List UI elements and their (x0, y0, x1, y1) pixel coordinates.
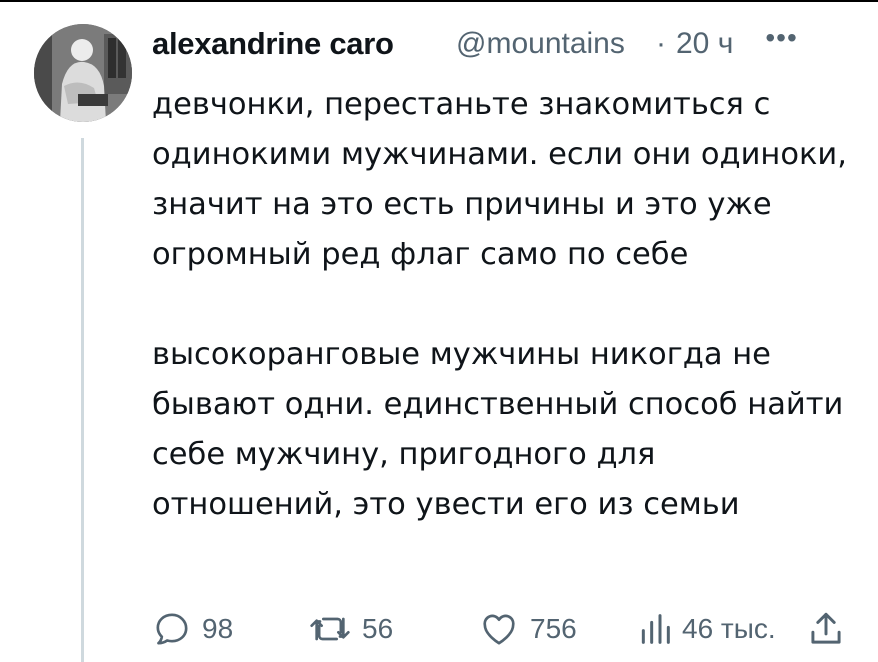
tweet-paragraph: высокоранговые мужчины никогда не бывают… (152, 337, 844, 522)
views-icon (638, 609, 672, 649)
thread-line (81, 138, 84, 662)
separator-dot: · (656, 27, 666, 60)
timestamp[interactable]: 20 ч (676, 27, 733, 61)
top-divider (0, 0, 878, 2)
repost-icon (308, 609, 352, 649)
like-count: 756 (530, 613, 577, 644)
action-bar: 98 56 756 46 тыс. (152, 606, 852, 652)
author-handle[interactable]: @mountains (456, 27, 656, 61)
share-button[interactable] (808, 606, 844, 652)
reply-icon (152, 609, 192, 649)
reply-button[interactable]: 98 (152, 606, 233, 652)
like-icon (478, 609, 520, 649)
like-button[interactable]: 756 (478, 606, 577, 652)
reply-count: 98 (202, 613, 234, 644)
share-icon (808, 609, 844, 649)
more-horizontal-icon[interactable]: ••• (765, 22, 797, 54)
views-button[interactable]: 46 тыс. (638, 606, 776, 652)
views-count: 46 тыс. (682, 613, 776, 644)
author-name[interactable]: alexandrine caro (152, 26, 446, 62)
avatar[interactable] (34, 24, 132, 122)
repost-count: 56 (362, 613, 394, 644)
tweet-body: девчонки, перестаньте знакомиться с один… (152, 80, 852, 530)
tweet-header: alexandrine caro @mountains · 20 ч ••• (152, 22, 852, 66)
repost-button[interactable]: 56 (308, 606, 393, 652)
tweet-paragraph: девчонки, перестаньте знакомиться с один… (152, 87, 847, 272)
